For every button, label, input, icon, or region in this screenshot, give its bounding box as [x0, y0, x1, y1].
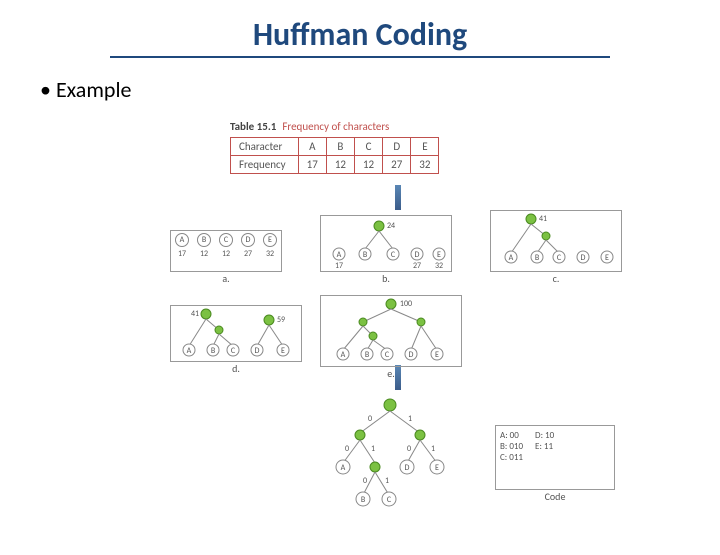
- svg-text:59: 59: [277, 315, 285, 325]
- svg-text:D: D: [255, 346, 260, 356]
- freq-label: 12: [222, 249, 230, 259]
- svg-text:0: 0: [368, 414, 372, 424]
- svg-text:E: E: [605, 253, 609, 263]
- svg-text:D: D: [405, 463, 410, 473]
- svg-text:D: D: [409, 350, 414, 360]
- frequency-table: Table 15.1Frequency of characters Charac…: [230, 120, 439, 174]
- arrow-down-icon: [395, 185, 401, 210]
- svg-text:1: 1: [385, 476, 389, 486]
- row-header: Character: [231, 138, 299, 156]
- table-row: Frequency 17 12 12 27 32: [231, 156, 439, 174]
- svg-text:0: 0: [345, 444, 349, 454]
- svg-text:A: A: [509, 253, 514, 263]
- svg-text:1: 1: [371, 444, 375, 454]
- svg-text:D: D: [581, 253, 586, 263]
- svg-text:D: D: [415, 250, 420, 260]
- leaf-node: A: [175, 233, 189, 247]
- leaf-node: E: [263, 233, 277, 247]
- svg-text:B: B: [365, 350, 370, 360]
- row-header: Frequency: [231, 156, 299, 174]
- svg-text:41: 41: [191, 309, 199, 319]
- panel-label: a.: [171, 272, 281, 285]
- tree-panel-e: 100 A B C D E e.: [320, 295, 462, 367]
- svg-text:E: E: [437, 250, 441, 260]
- tree-panel-b: 24 A B C D E 17 27 32 b.: [320, 215, 452, 272]
- svg-text:B: B: [363, 250, 368, 260]
- code-label: Code: [496, 490, 614, 503]
- svg-text:C: C: [387, 495, 392, 505]
- svg-text:C: C: [385, 350, 390, 360]
- svg-text:27: 27: [413, 261, 421, 271]
- bullet-example: • Example: [40, 76, 720, 103]
- leaf-node: B: [197, 233, 211, 247]
- svg-text:C: C: [557, 253, 562, 263]
- cell: 17: [298, 156, 326, 174]
- cell: C: [354, 138, 382, 156]
- cell: B: [326, 138, 354, 156]
- freq-label: 12: [200, 249, 208, 259]
- cell: A: [298, 138, 326, 156]
- svg-text:E: E: [435, 350, 439, 360]
- svg-text:100: 100: [400, 299, 412, 309]
- svg-text:24: 24: [387, 221, 395, 231]
- cell: 12: [354, 156, 382, 174]
- tree-panel-d: 41 59 A B C D E d.: [170, 305, 302, 362]
- svg-text:C: C: [391, 250, 396, 260]
- cell: D: [383, 138, 411, 156]
- freq-label: 32: [266, 249, 274, 259]
- page-title: Huffman Coding: [110, 15, 610, 58]
- svg-text:17: 17: [335, 261, 343, 271]
- svg-text:0: 0: [407, 444, 411, 454]
- svg-text:A: A: [337, 250, 342, 260]
- svg-text:A: A: [341, 463, 346, 473]
- svg-text:0: 0: [363, 476, 367, 486]
- panel-label: c.: [491, 272, 621, 285]
- svg-text:B: B: [535, 253, 540, 263]
- leaf-node: C: [219, 233, 233, 247]
- freq-label: 27: [244, 249, 252, 259]
- cell: 12: [326, 156, 354, 174]
- leaf-node: D: [241, 233, 255, 247]
- freq-label: 17: [178, 249, 186, 259]
- svg-text:B: B: [211, 346, 216, 356]
- svg-text:1: 1: [431, 444, 435, 454]
- panel-label: e.: [321, 367, 461, 380]
- svg-text:E: E: [435, 463, 439, 473]
- panel-label: b.: [321, 272, 451, 285]
- panel-label: d.: [171, 362, 301, 375]
- cell: 32: [411, 156, 439, 174]
- svg-text:B: B: [361, 495, 366, 505]
- code-table: A: 00 B: 010 C: 011 D: 10 E: 11 Code: [495, 425, 615, 490]
- table-caption: Table 15.1Frequency of characters: [230, 120, 439, 133]
- svg-text:E: E: [281, 346, 285, 356]
- svg-text:41: 41: [539, 214, 547, 224]
- freq-table: Character A B C D E Frequency 17 12 12 2…: [230, 137, 439, 174]
- svg-text:32: 32: [435, 261, 443, 271]
- svg-text:A: A: [187, 346, 192, 356]
- cell: 27: [383, 156, 411, 174]
- cell: E: [411, 138, 439, 156]
- tree-panel-final: 0 1 0 1 0 1 A D E 0 1 B C: [315, 395, 465, 515]
- tree-panel-c: 41 A B C D E c.: [490, 210, 622, 272]
- table-row: Character A B C D E: [231, 138, 439, 156]
- svg-text:C: C: [231, 346, 236, 356]
- svg-text:1: 1: [408, 414, 412, 424]
- tree-panel-a: A B C D E 17 12 12 27 32 a.: [170, 230, 282, 272]
- svg-text:A: A: [341, 350, 346, 360]
